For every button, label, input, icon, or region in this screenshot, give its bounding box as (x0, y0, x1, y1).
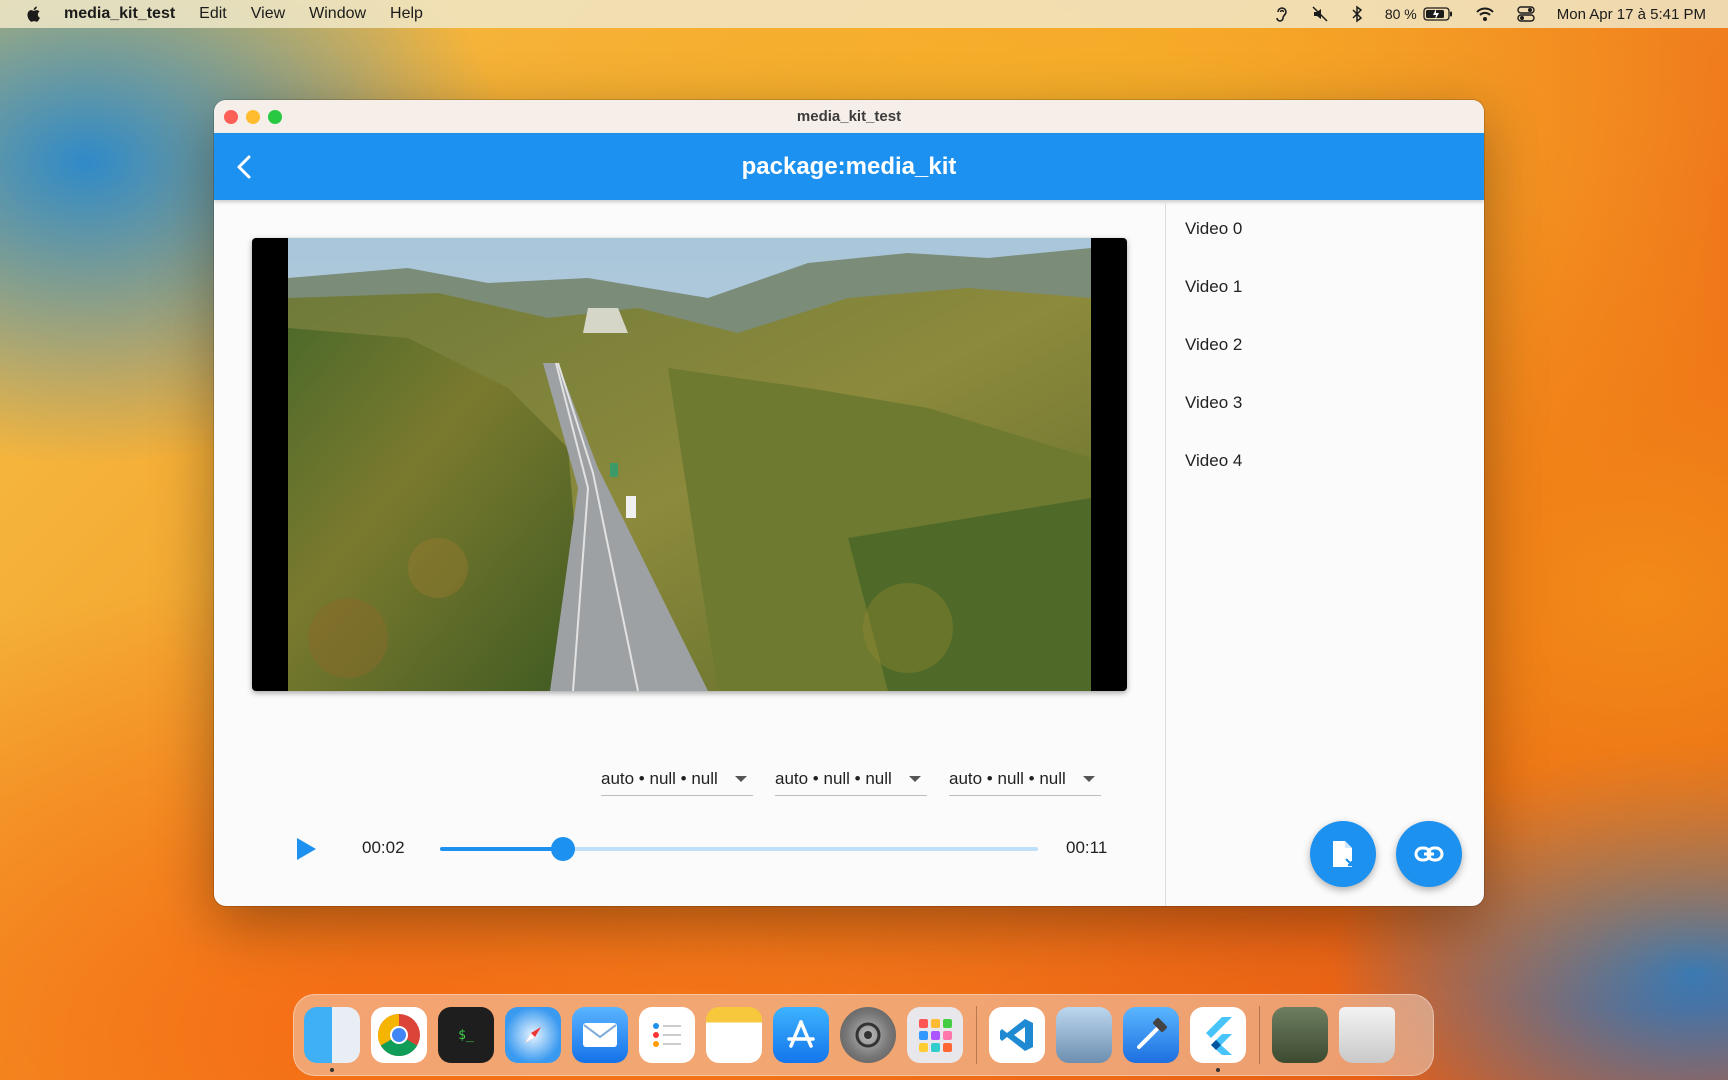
seek-progress (440, 847, 563, 851)
dock-settings-icon[interactable] (840, 1007, 896, 1063)
gear-icon (855, 1022, 881, 1048)
current-time: 00:02 (362, 838, 405, 857)
dropdown-caret-icon (735, 776, 747, 782)
open-file-icon (1333, 841, 1354, 867)
app-bar: package:media_kit (214, 133, 1484, 200)
list-item-label: Video 2 (1185, 335, 1243, 354)
list-item-video-0[interactable]: Video 0 (1166, 200, 1484, 258)
dock-vscode-icon[interactable] (989, 1007, 1045, 1063)
track-selectors: auto • null • null auto • null • null au… (601, 763, 1101, 796)
list-item-video-3[interactable]: Video 3 (1166, 374, 1484, 432)
vscode-logo-icon (1000, 1019, 1033, 1051)
dock-separator (976, 1006, 977, 1064)
duration: 00:11 (1066, 838, 1108, 857)
control-center-icon[interactable] (1517, 6, 1535, 22)
video-view[interactable] (252, 238, 1127, 691)
minimize-button[interactable] (246, 110, 260, 124)
dropdown-caret-icon (909, 776, 921, 782)
menu-edit[interactable]: Edit (199, 5, 227, 23)
traffic-lights (224, 110, 282, 124)
dock-chrome-icon[interactable] (371, 1007, 427, 1063)
chrome-logo-icon (377, 1014, 420, 1057)
list-item-label: Video 3 (1185, 393, 1243, 412)
menu-view[interactable]: View (251, 5, 285, 23)
dock-finder-icon[interactable] (304, 1007, 360, 1072)
dock-launchpad-icon[interactable] (907, 1007, 963, 1063)
back-button[interactable] (226, 149, 262, 185)
clock[interactable]: Mon Apr 17 à 5:41 PM (1557, 6, 1706, 23)
dock-mail-icon[interactable] (572, 1007, 628, 1063)
link-icon (1414, 846, 1444, 862)
hammer-icon (1137, 1018, 1167, 1049)
flutter-logo-icon (1206, 1017, 1232, 1055)
menu-help[interactable]: Help (390, 5, 423, 23)
dock-flutter-icon[interactable] (1190, 1007, 1246, 1072)
playback-controls: 00:02 00:11 (214, 820, 1165, 876)
dropdown-value: auto • null • null (775, 769, 892, 788)
list-item-label: Video 1 (1185, 277, 1243, 296)
app-bar-title: package:media_kit (741, 152, 957, 180)
zoom-button[interactable] (268, 110, 282, 124)
dock-separator (1259, 1006, 1260, 1064)
dropdown-value: auto • null • null (949, 769, 1066, 788)
back-arrow-icon (237, 155, 251, 179)
title-bar: media_kit_test (214, 100, 1484, 133)
dropdown-caret-icon (1083, 776, 1095, 782)
player-pane: auto • null • null auto • null • null au… (214, 200, 1165, 906)
audio-track-dropdown[interactable]: auto • null • null (775, 763, 927, 796)
mute-icon[interactable] (1311, 5, 1329, 23)
list-item-label: Video 0 (1185, 219, 1243, 238)
compass-icon (525, 1027, 541, 1043)
dock-xcode-icon[interactable] (1123, 1007, 1179, 1063)
list-item-label: Video 4 (1185, 451, 1243, 470)
battery-status[interactable]: 80 % (1385, 6, 1453, 22)
open-url-button[interactable] (1396, 821, 1462, 887)
dock-trash-icon[interactable] (1339, 1007, 1395, 1063)
grid-icon (919, 1019, 952, 1052)
video-frame (288, 238, 1091, 691)
apple-icon[interactable] (24, 5, 42, 23)
close-button[interactable] (224, 110, 238, 124)
menu-bar: media_kit_test Edit View Window Help 80 … (0, 0, 1728, 28)
hearing-icon[interactable] (1273, 5, 1289, 23)
dock-reminders-icon[interactable] (639, 1007, 695, 1063)
app-window: media_kit_test package:media_kit auto • … (214, 100, 1484, 906)
dock-safari-icon[interactable] (505, 1007, 561, 1063)
bluetooth-icon[interactable] (1351, 5, 1363, 23)
battery-icon (1423, 7, 1452, 21)
dropdown-value: auto • null • null (601, 769, 718, 788)
open-file-button[interactable] (1310, 821, 1376, 887)
play-icon[interactable] (290, 834, 320, 864)
list-item-video-2[interactable]: Video 2 (1166, 316, 1484, 374)
seek-slider[interactable] (440, 837, 1038, 861)
running-indicator (1216, 1068, 1220, 1072)
dock-appstore-icon[interactable] (773, 1007, 829, 1063)
menu-app-name[interactable]: media_kit_test (64, 5, 175, 23)
list-item-video-1[interactable]: Video 1 (1166, 258, 1484, 316)
window-title: media_kit_test (796, 108, 902, 125)
checklist-icon (653, 1023, 681, 1047)
appstore-a-icon (787, 1020, 815, 1048)
seek-thumb[interactable] (550, 837, 575, 861)
dock-preview-icon[interactable] (1056, 1007, 1112, 1063)
dock-video-folder-icon[interactable] (1272, 1007, 1328, 1063)
list-item-video-4[interactable]: Video 4 (1166, 432, 1484, 490)
video-track-dropdown[interactable]: auto • null • null (601, 763, 753, 796)
envelope-icon (583, 1023, 617, 1047)
content-area: auto • null • null auto • null • null au… (214, 200, 1484, 906)
dock-notes-icon[interactable] (706, 1007, 762, 1063)
running-indicator (330, 1068, 334, 1072)
menu-window[interactable]: Window (309, 5, 366, 23)
subtitle-track-dropdown[interactable]: auto • null • null (949, 763, 1101, 796)
status-area: 80 % Mon Apr 17 à 5:41 PM (1273, 0, 1706, 28)
battery-percent: 80 % (1384, 6, 1417, 22)
dock: $_ (293, 994, 1434, 1076)
dock-terminal-icon[interactable]: $_ (438, 1007, 494, 1063)
wifi-icon[interactable] (1475, 6, 1495, 22)
playlist-pane: Video 0 Video 1 Video 2 Video 3 Video 4 (1166, 200, 1484, 906)
